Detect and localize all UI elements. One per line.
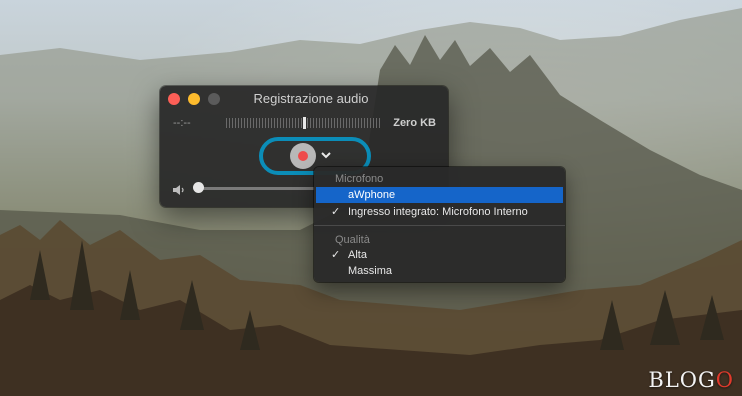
menu-item-label: aWphone [348, 189, 396, 201]
menu-item-label: Ingresso integrato: Microfono Interno [348, 206, 528, 218]
menu-item-label: Alta [348, 249, 367, 261]
record-button[interactable] [290, 143, 316, 169]
chevron-down-icon[interactable] [319, 148, 333, 162]
record-icon [298, 151, 308, 161]
volume-slider-knob[interactable] [193, 182, 204, 193]
audio-level-marker [303, 117, 306, 129]
menu-item-awphone[interactable]: aWphone [316, 187, 563, 203]
microphone-section-header: Microfono [335, 173, 384, 185]
file-size: Zero KB [393, 117, 436, 129]
window-title: Registrazione audio [253, 91, 369, 106]
elapsed-time: --:-- [173, 117, 191, 129]
volume-slider[interactable] [198, 187, 316, 190]
menu-separator [314, 225, 565, 226]
menu-item-internal-microphone[interactable]: ✓ Ingresso integrato: Microfono Interno [316, 204, 563, 220]
menu-item-quality-maximum[interactable]: Massima [316, 263, 563, 279]
menu-item-quality-high[interactable]: ✓ Alta [316, 247, 563, 263]
recording-options-menu: Microfono aWphone ✓ Ingresso integrato: … [314, 167, 565, 282]
checkmark-icon: ✓ [331, 206, 341, 218]
quality-section-header: Qualità [335, 234, 370, 246]
menu-item-label: Massima [348, 265, 393, 277]
speaker-icon [172, 183, 186, 197]
blogo-watermark-logo: BLOGO [648, 368, 734, 392]
checkmark-icon: ✓ [331, 249, 341, 261]
